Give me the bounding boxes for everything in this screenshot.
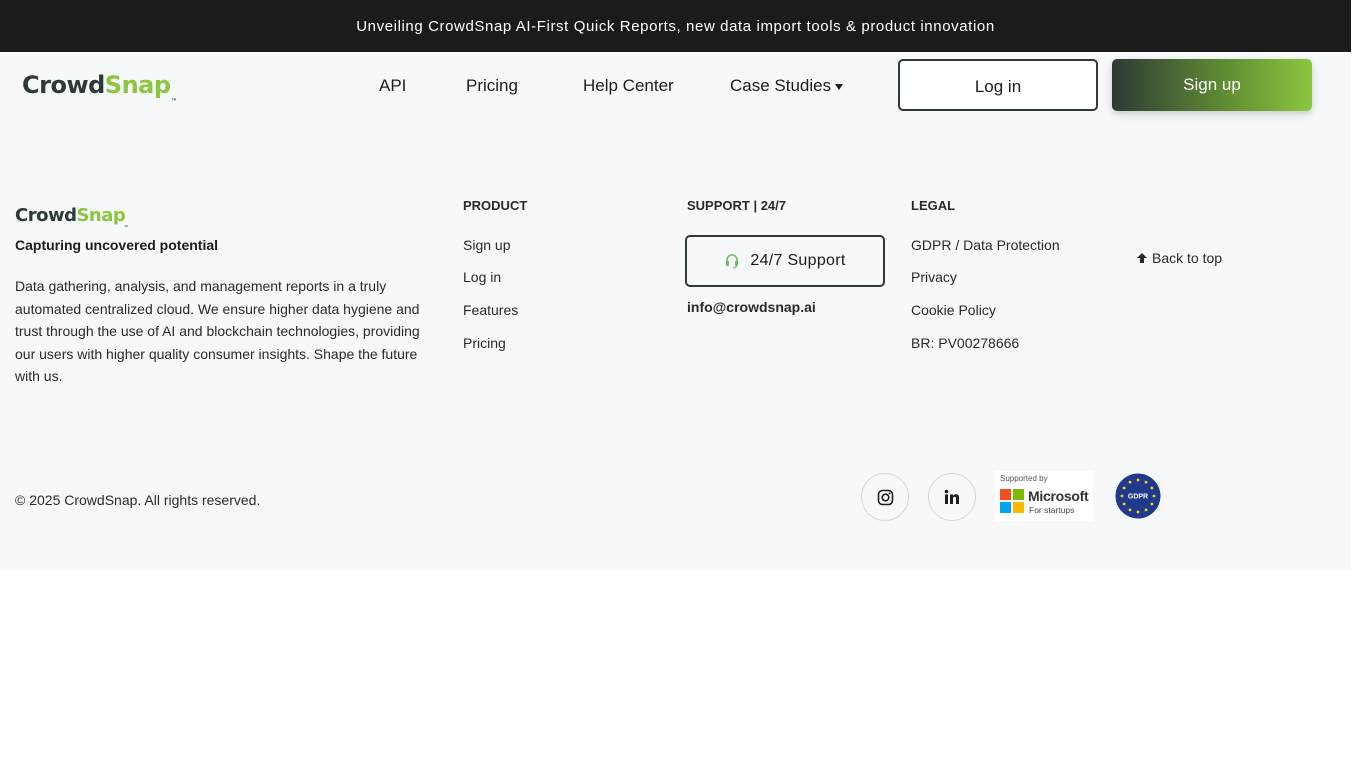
product-heading: PRODUCT (463, 198, 528, 213)
footer-link-login[interactable]: Log in (463, 269, 501, 285)
linkedin-button[interactable] (928, 473, 976, 521)
signup-button[interactable]: Sign up (1112, 59, 1312, 111)
signup-button-label: Sign up (1183, 75, 1241, 94)
footer-logo-text-snap: Snap (76, 205, 126, 226)
arrow-up-icon (1137, 253, 1147, 263)
business-registration-number: BR: PV00278666 (911, 335, 1020, 351)
logo-text-crowd: Crowd (22, 71, 105, 99)
linkedin-icon (944, 489, 959, 504)
announcement-banner[interactable]: Unveiling CrowdSnap AI-First Quick Repor… (0, 0, 1351, 52)
footer-tagline: Capturing uncovered potential (15, 237, 219, 253)
nav-link-help-center[interactable]: Help Center (583, 76, 674, 96)
copyright-text: © 2025 CrowdSnap. All rights reserved. (15, 492, 261, 508)
logo-text-snap: Snap (104, 71, 171, 99)
nav-link-api[interactable]: API (379, 76, 406, 96)
support-button[interactable]: 24/7 Support (685, 235, 885, 287)
support-heading: SUPPORT | 24/7 (687, 198, 787, 213)
footer-link-signup[interactable]: Sign up (463, 237, 510, 253)
footer-logo-trademark: ™ (123, 225, 129, 231)
legal-heading: LEGAL (911, 198, 956, 213)
logo-trademark: ™ (171, 98, 177, 105)
banner-text[interactable]: Unveiling CrowdSnap AI-First Quick Repor… (356, 18, 995, 35)
gdpr-badge-text: GDPR (1128, 494, 1148, 501)
instagram-button[interactable] (861, 473, 909, 521)
footer-link-gdpr[interactable]: GDPR / Data Protection (911, 237, 1060, 253)
instagram-icon (877, 489, 893, 505)
microsoft-for-startups-badge: Supported by Microsoft For startups (995, 471, 1093, 521)
footer-link-features[interactable]: Features (463, 302, 518, 318)
footer-link-cookie-policy[interactable]: Cookie Policy (911, 302, 996, 318)
login-button-label: Log in (974, 76, 1022, 96)
ms-sub: For startups (1029, 505, 1075, 515)
footer-logo[interactable]: CrowdSnap ™ (15, 205, 129, 231)
footer-link-privacy[interactable]: Privacy (911, 269, 957, 285)
back-to-top-label: Back to top (1152, 250, 1223, 266)
header-logo[interactable]: CrowdSnap ™ (22, 71, 177, 105)
support-email-link[interactable]: info@crowdsnap.ai (687, 299, 816, 315)
footer-logo-text-crowd: Crowd (15, 205, 77, 226)
nav-link-pricing[interactable]: Pricing (466, 76, 518, 96)
microsoft-logo-icon (1000, 489, 1024, 513)
ms-name: Microsoft (1028, 488, 1089, 504)
case-studies-label: Case Studies (730, 76, 832, 95)
footer-about-text: Data gathering, analysis, and management… (15, 278, 420, 384)
caret-down-icon (835, 83, 844, 90)
support-button-label: 24/7 Support (750, 252, 846, 269)
gdpr-badge: GDPR (1115, 473, 1161, 519)
login-button[interactable]: Log in (898, 59, 1098, 111)
ms-supported-by: Supported by (1000, 474, 1048, 483)
footer-link-pricing[interactable]: Pricing (463, 335, 506, 351)
site-footer: CrowdSnap ™ Capturing uncovered potential… (0, 122, 1351, 569)
headset-icon (726, 254, 739, 269)
back-to-top-link[interactable]: Back to top (1136, 250, 1222, 266)
nav-link-case-studies[interactable]: Case Studies (730, 76, 844, 96)
